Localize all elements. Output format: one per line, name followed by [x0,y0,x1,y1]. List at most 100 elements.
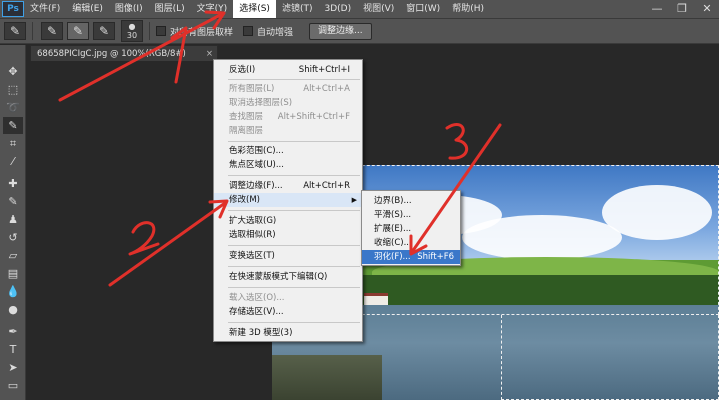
rectangle-tool-icon[interactable]: ▭ [3,377,23,394]
sample-all-layers-checkbox[interactable] [156,26,166,36]
sample-all-layers-label: 对所有图层取样 [170,27,234,38]
subtract-from-selection-brush-icon[interactable]: ✎ [93,22,115,40]
menu-item-label: 存储选区(V)... [229,307,284,317]
menu-item-label: 收缩(C)... [374,238,412,248]
menu-3d[interactable]: 3D(D) [318,0,357,18]
menu-separator [228,287,360,288]
submenu-item-border[interactable]: 边界(B)... [362,194,460,208]
submenu-item-smooth[interactable]: 平滑(S)... [362,208,460,222]
menu-item-similar[interactable]: 选取相似(R) [214,228,362,242]
history-brush-tool-icon[interactable]: ↺ [3,229,23,246]
menu-item-focus-area[interactable]: 焦点区域(U)... [214,158,362,172]
menu-item-label: 调整边缘(F)... [229,181,283,191]
menu-layer[interactable]: 图层(L) [149,0,191,18]
menu-view[interactable]: 视图(V) [357,0,400,18]
menu-filter[interactable]: 滤镜(T) [276,0,319,18]
menu-item-label: 色彩范围(C)... [229,146,284,156]
menu-separator [228,141,360,142]
close-icon[interactable]: ✕ [695,0,719,18]
menu-edit[interactable]: 编辑(E) [66,0,109,18]
brush-tool-icon[interactable]: ✎ [3,193,23,210]
submenu-arrow-icon: ▶ [351,196,357,204]
menu-item-refine-edge[interactable]: 调整边缘(F)... Alt+Ctrl+R [214,179,362,193]
menu-item-isolate-layers[interactable]: 隔离图层 [214,124,362,138]
menu-separator [228,175,360,176]
menu-item-label: 焦点区域(U)... [229,160,284,170]
menu-item-label: 反选(I) [229,65,256,75]
selection-marquee [501,315,719,400]
menu-item-inverse[interactable]: 反选(I) Shift+Ctrl+I [214,63,362,77]
tool-preset-picker[interactable]: ✎ [4,22,26,40]
eyedropper-tool-icon[interactable]: ⁄ [3,153,23,170]
submenu-item-contract[interactable]: 收缩(C)... [362,236,460,250]
dodge-tool-icon[interactable]: ● [3,301,23,318]
gradient-tool-icon[interactable]: ▤ [3,265,23,282]
brush-dot-icon: ● [128,22,136,31]
submenu-item-feather[interactable]: 羽化(F)... Shift+F6 [362,250,460,264]
menu-item-label: 变换选区(T) [229,251,275,261]
pen-tool-icon[interactable]: ✒ [3,323,23,340]
add-to-selection-brush-icon[interactable]: ✎ [67,22,89,40]
menu-item-find-layers[interactable]: 查找图层 Alt+Shift+Ctrl+F [214,110,362,124]
divider [32,22,33,40]
menu-item-label: 羽化(F)... [374,252,411,262]
type-tool-icon[interactable]: T [3,341,23,358]
menu-item-modify[interactable]: 修改(M) ▶ [214,193,362,207]
menu-separator [228,79,360,80]
options-bar: ✎ ✎ ✎ ✎ ● 30 对所有图层取样 自动增强 调整边缘... [0,18,719,44]
brush-size-value: 30 [126,31,138,40]
lasso-tool-icon[interactable]: ➰ [3,99,23,116]
menu-item-label: 在快速蒙版模式下编辑(Q) [229,272,328,282]
reeds [272,355,382,400]
menu-bar: Ps 文件(F) 编辑(E) 图像(I) 图层(L) 文字(Y) 选择(S) 滤… [0,0,719,18]
refine-edge-button[interactable]: 调整边缘... [309,22,372,40]
menu-item-shortcut: Shift+Ctrl+I [298,65,350,75]
menu-separator [228,322,360,323]
auto-enhance-checkbox[interactable] [243,26,254,36]
menu-item-color-range[interactable]: 色彩范围(C)... [214,144,362,158]
menu-item-label: 取消选择图层(S) [229,98,293,108]
menu-image[interactable]: 图像(I) [109,0,149,18]
menu-item-shortcut: Alt+Ctrl+A [303,84,350,94]
menu-item-label: 新建 3D 模型(3) [229,328,293,338]
marquee-tool-icon[interactable]: ⬚ [3,81,23,98]
menu-select[interactable]: 选择(S) [233,0,276,18]
brush-size-picker[interactable]: ● 30 [121,20,143,42]
menu-item-save-selection[interactable]: 存储选区(V)... [214,305,362,319]
modify-submenu: 边界(B)... 平滑(S)... 扩展(E)... 收缩(C)... 羽化(F… [361,190,461,266]
close-tab-icon[interactable]: × [206,49,213,59]
crop-tool-icon[interactable]: ⌗ [3,135,23,152]
menu-item-all-layers[interactable]: 所有图层(L) Alt+Ctrl+A [214,82,362,96]
restore-icon[interactable]: ❐ [670,0,694,18]
menu-type[interactable]: 文字(Y) [191,0,234,18]
move-tool-icon[interactable]: ✥ [3,63,23,80]
menu-help[interactable]: 帮助(H) [446,0,490,18]
path-selection-tool-icon[interactable]: ➤ [3,359,23,376]
menu-item-shortcut: Shift+F6 [417,252,454,262]
menu-item-new-3d-model[interactable]: 新建 3D 模型(3) [214,326,362,340]
menu-separator [228,245,360,246]
blur-tool-icon[interactable]: 💧 [3,283,23,300]
menu-item-label: 边界(B)... [374,196,412,206]
menu-item-load-selection[interactable]: 载入选区(O)... [214,291,362,305]
healing-brush-tool-icon[interactable]: ✚ [3,175,23,192]
menu-file[interactable]: 文件(F) [24,0,66,18]
menu-item-label: 所有图层(L) [229,84,275,94]
menu-item-label: 载入选区(O)... [229,293,285,303]
menu-item-label: 扩展(E)... [374,224,412,234]
menu-item-label: 查找图层 [229,112,264,122]
submenu-item-expand[interactable]: 扩展(E)... [362,222,460,236]
menu-item-grow[interactable]: 扩大选取(G) [214,214,362,228]
menu-separator [228,210,360,211]
menu-item-quick-mask[interactable]: 在快速蒙版模式下编辑(Q) [214,270,362,284]
menu-item-transform-selection[interactable]: 变换选区(T) [214,249,362,263]
menu-item-deselect-layers[interactable]: 取消选择图层(S) [214,96,362,110]
clone-stamp-tool-icon[interactable]: ♟ [3,211,23,228]
new-selection-brush-icon[interactable]: ✎ [41,22,63,40]
quick-selection-tool-icon[interactable]: ✎ [3,117,23,134]
document-tab[interactable]: 68658PICIgC.jpg @ 100%(RGB/8#) × [30,45,218,61]
eraser-tool-icon[interactable]: ▱ [3,247,23,264]
menu-window[interactable]: 窗口(W) [400,0,446,18]
menu-item-label: 隔离图层 [229,126,264,136]
minimize-icon[interactable]: — [645,0,669,18]
